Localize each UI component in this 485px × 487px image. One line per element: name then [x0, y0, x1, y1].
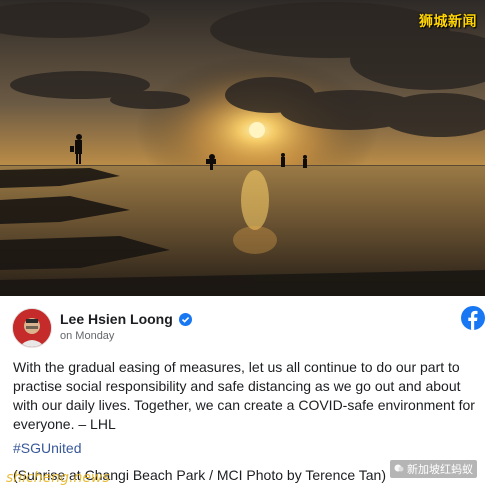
post-body-text: With the gradual easing of measures, let… — [13, 359, 475, 432]
facebook-logo-icon[interactable] — [461, 306, 485, 330]
post-photo[interactable] — [0, 0, 485, 296]
author-avatar[interactable] — [12, 308, 52, 348]
author-name[interactable]: Lee Hsien Loong — [60, 311, 173, 327]
post-timestamp[interactable]: on Monday — [60, 330, 114, 342]
watermark-account-label: 新加坡红蚂蚁 — [407, 463, 473, 476]
watermark-site: shicheng.news — [6, 470, 110, 486]
wechat-icon — [394, 463, 404, 476]
watermark-logo: 狮城新闻 — [419, 14, 477, 30]
hashtag-link[interactable]: #SGUnited — [13, 440, 81, 456]
verified-badge-icon — [179, 313, 192, 326]
watermark-account: 新加坡红蚂蚁 — [390, 460, 477, 478]
facebook-post: Lee Hsien Loong on Monday With the gradu… — [0, 296, 485, 487]
